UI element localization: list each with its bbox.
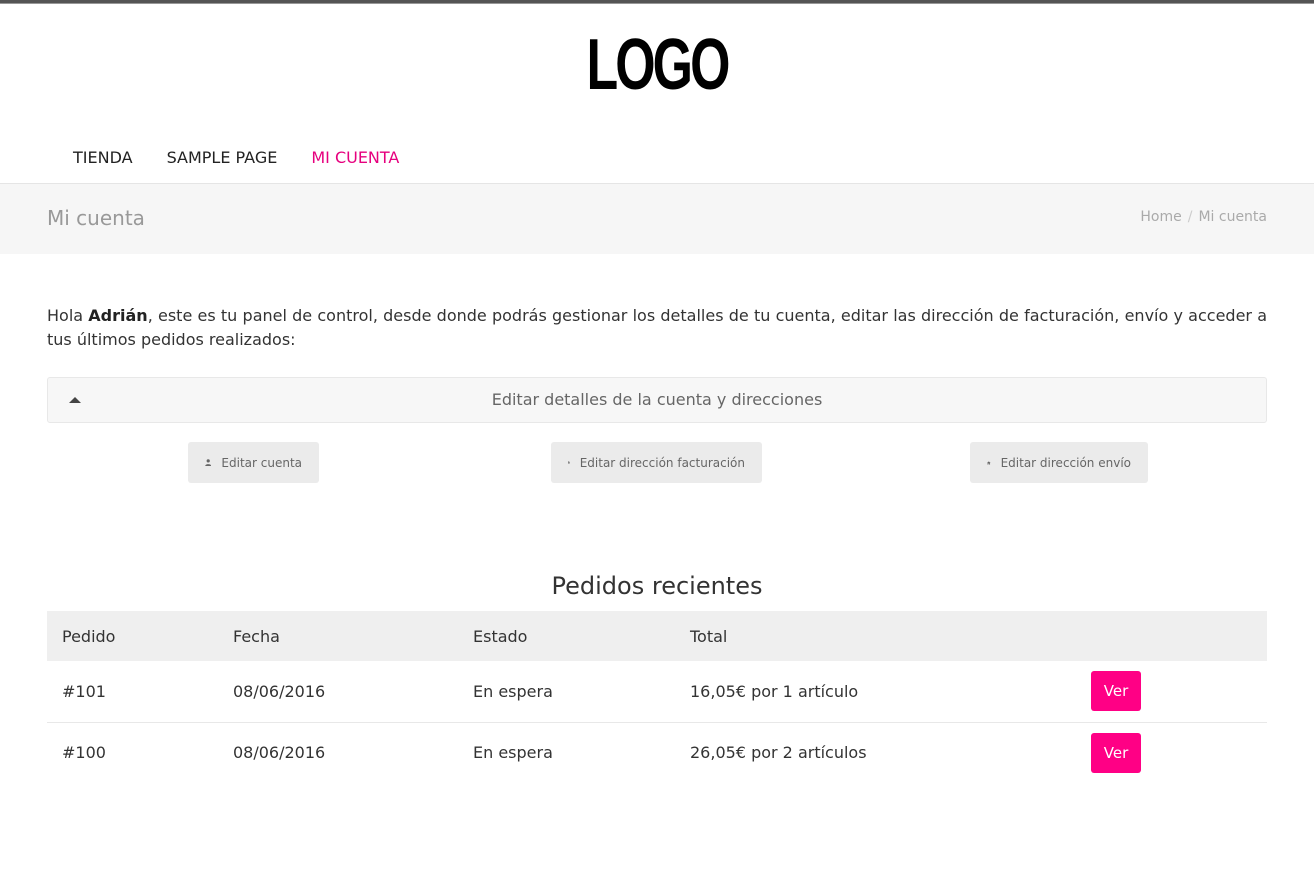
- table-header-row: Pedido Fecha Estado Total: [47, 611, 1267, 661]
- intro-text: Hola Adrián, este es tu panel de control…: [47, 304, 1267, 352]
- column-header-pedido: Pedido: [62, 626, 116, 646]
- order-id: #100: [62, 743, 106, 763]
- nav-item-tienda[interactable]: TIENDA: [56, 146, 150, 170]
- edit-shipping-address-label: Editar dirección envío: [1000, 455, 1131, 470]
- order-status: En espera: [473, 743, 553, 763]
- user-name: Adrián: [88, 306, 148, 325]
- account-details-accordion[interactable]: Editar detalles de la cuenta y direccion…: [47, 377, 1267, 423]
- page-title: Mi cuenta: [47, 206, 145, 230]
- main-content: Hola Adrián, este es tu panel de control…: [47, 304, 1267, 352]
- user-icon: [205, 459, 212, 466]
- edit-account-button[interactable]: Editar cuenta: [188, 442, 319, 483]
- site-logo[interactable]: LOGO: [184, 29, 1130, 101]
- order-date: 08/06/2016: [233, 681, 326, 701]
- order-actions: Ver: [1076, 722, 1267, 783]
- site-header: LOGO TIENDA SAMPLE PAGE MI CUENTA: [0, 4, 1314, 184]
- order-id: #101: [62, 681, 106, 701]
- intro-suffix: , este es tu panel de control, desde don…: [47, 306, 1268, 349]
- edit-shipping-address-button[interactable]: Editar dirección envío: [970, 442, 1148, 483]
- order-total: 26,05€ por 2 artículos: [690, 743, 867, 763]
- breadcrumb-home-link[interactable]: Home: [1140, 209, 1181, 225]
- column-header-estado: Estado: [473, 626, 528, 646]
- nav-item-mi-cuenta[interactable]: MI CUENTA: [294, 146, 416, 170]
- view-order-button[interactable]: Ver: [1091, 732, 1141, 773]
- column-header-actions: [1076, 611, 1267, 661]
- table-row: #100 08/06/2016 En espera 26,05€ por 2 a…: [47, 722, 1267, 783]
- edit-billing-address-button[interactable]: Editar dirección facturación: [551, 442, 762, 483]
- intro-prefix: Hola: [47, 306, 89, 325]
- breadcrumb: Home / Mi cuenta: [1140, 209, 1267, 225]
- home-icon: [987, 460, 991, 465]
- order-date: 08/06/2016: [233, 743, 326, 763]
- accordion-label: Editar detalles de la cuenta y direccion…: [491, 390, 823, 409]
- recent-orders-table: Pedido Fecha Estado Total #101 08/06/201…: [47, 611, 1267, 783]
- view-order-button[interactable]: Ver: [1091, 671, 1141, 712]
- column-header-fecha: Fecha: [233, 626, 280, 646]
- main-nav: TIENDA SAMPLE PAGE MI CUENTA: [56, 146, 416, 170]
- order-status: En espera: [473, 681, 553, 701]
- document-icon: [568, 461, 570, 464]
- breadcrumb-separator: /: [1187, 209, 1193, 225]
- edit-billing-address-label: Editar dirección facturación: [579, 455, 745, 470]
- nav-item-sample-page[interactable]: SAMPLE PAGE: [150, 146, 295, 170]
- page-title-bar: Mi cuenta Home / Mi cuenta: [0, 184, 1314, 254]
- order-actions: Ver: [1076, 661, 1267, 722]
- edit-account-label: Editar cuenta: [221, 455, 302, 470]
- order-total: 16,05€ por 1 artículo: [690, 681, 859, 701]
- recent-orders-title: Pedidos recientes: [551, 572, 763, 600]
- column-header-total: Total: [690, 626, 728, 646]
- breadcrumb-current: Mi cuenta: [1198, 209, 1267, 225]
- table-row: #101 08/06/2016 En espera 16,05€ por 1 a…: [47, 661, 1267, 722]
